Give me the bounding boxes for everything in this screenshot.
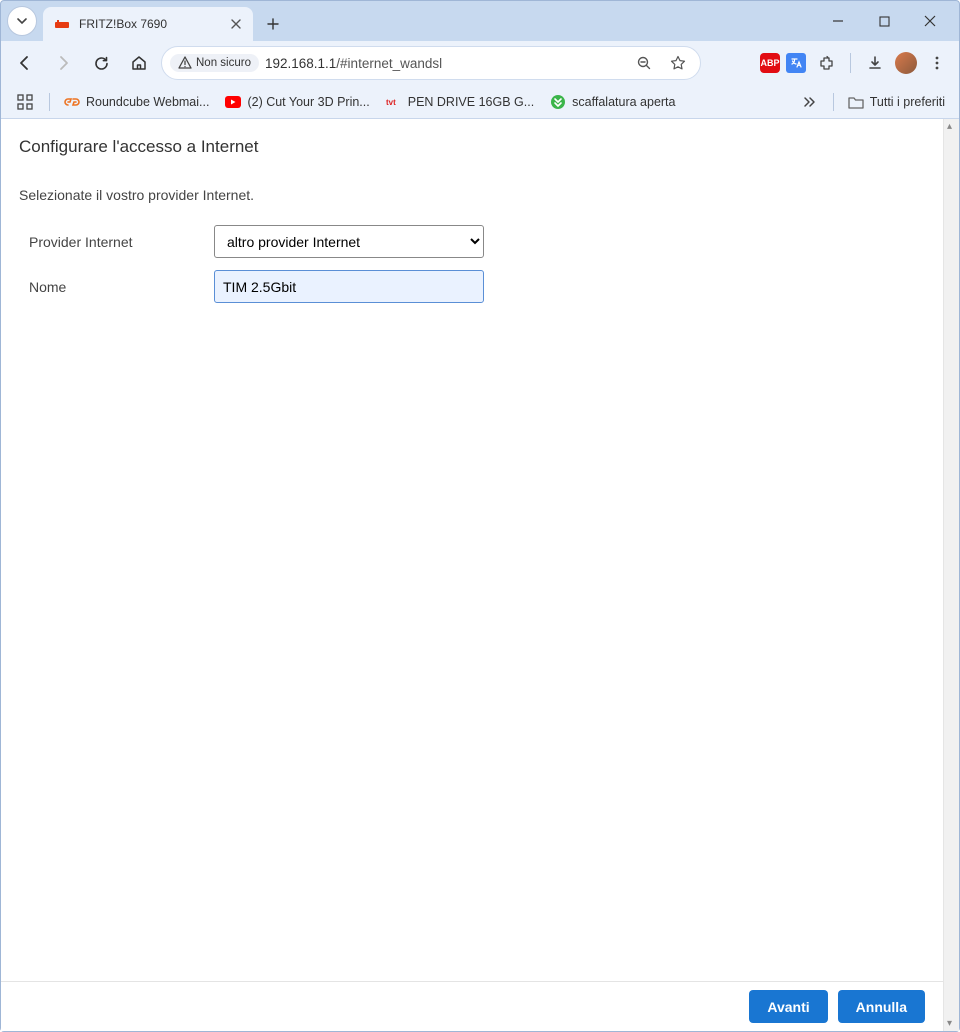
vertical-scrollbar[interactable] [943,119,959,1031]
tab-close-button[interactable] [231,19,241,29]
bookmark-item[interactable]: tvt PEN DRIVE 16GB G... [382,91,538,113]
provider-row: Provider Internet altro provider Interne… [19,225,925,258]
apps-button[interactable] [11,88,39,116]
star-icon [670,55,686,71]
new-tab-button[interactable] [259,10,287,38]
home-button[interactable] [123,47,155,79]
close-icon [231,19,241,29]
tab-title: FRITZ!Box 7690 [79,17,223,31]
bookmark-label: PEN DRIVE 16GB G... [408,95,534,109]
reload-icon [93,55,110,72]
divider [850,53,851,73]
dots-vertical-icon [929,55,945,71]
zoom-icon [636,55,652,71]
browser-window: FRITZ!Box 7690 [0,0,960,1032]
page-title: Configurare l'accesso a Internet [19,137,925,157]
titlebar: FRITZ!Box 7690 [1,1,959,41]
provider-select[interactable]: altro provider Internet [214,225,484,258]
download-icon [867,55,883,71]
page-body: Configurare l'accesso a Internet Selezio… [1,119,943,981]
instruction-text: Selezionate il vostro provider Internet. [19,187,925,203]
browser-menu-button[interactable] [923,49,951,77]
minimize-icon [832,15,844,27]
bookmark-label: Roundcube Webmai... [86,95,209,109]
bookmarks-bar: Roundcube Webmai... (2) Cut Your 3D Prin… [1,85,959,119]
name-input[interactable] [214,270,484,303]
all-bookmarks-button[interactable]: Tutti i preferiti [844,91,949,113]
downloads-button[interactable] [861,49,889,77]
divider [49,93,50,111]
all-bookmarks-label: Tutti i preferiti [870,95,945,109]
home-icon [130,54,148,72]
chevron-down-icon [16,15,28,27]
minimize-button[interactable] [815,5,861,37]
security-indicator[interactable]: Non sicuro [170,54,259,72]
adblock-icon[interactable]: ABP [760,53,780,73]
bookmark-label: scaffalatura aperta [572,95,675,109]
puzzle-icon [818,55,835,72]
name-label: Nome [19,279,214,295]
arrow-left-icon [16,54,34,72]
next-button[interactable]: Avanti [749,990,827,1023]
chevron-double-right-icon [802,95,816,109]
warning-icon [178,56,192,70]
shelf-icon [550,94,566,110]
tab-search-button[interactable] [7,6,37,36]
youtube-icon [225,94,241,110]
maximize-icon [879,16,890,27]
bookmark-item[interactable]: (2) Cut Your 3D Prin... [221,91,373,113]
svg-text:tvt: tvt [386,98,396,107]
reload-button[interactable] [85,47,117,79]
translate-icon[interactable] [786,53,806,73]
content-area: Configurare l'accesso a Internet Selezio… [1,119,959,1031]
nav-toolbar: Non sicuro 192.168.1.1/#internet_wandsl … [1,41,959,85]
back-button[interactable] [9,47,41,79]
page-footer: Avanti Annulla [1,981,943,1031]
name-row: Nome [19,270,925,303]
bookmark-item[interactable]: scaffalatura aperta [546,91,679,113]
forward-button[interactable] [47,47,79,79]
close-window-button[interactable] [907,5,953,37]
security-label: Non sicuro [196,57,251,69]
zoom-button[interactable] [630,49,658,77]
arrow-right-icon [54,54,72,72]
apps-grid-icon [17,94,33,110]
cancel-button[interactable]: Annulla [838,990,925,1023]
bookmark-star-button[interactable] [664,49,692,77]
extensions-button[interactable] [812,49,840,77]
pendrive-icon: tvt [386,94,402,110]
window-controls [815,5,953,37]
bookmarks-overflow-button[interactable] [795,88,823,116]
url-text: 192.168.1.1/#internet_wandsl [265,56,624,71]
cpanel-icon [64,94,80,110]
maximize-button[interactable] [861,5,907,37]
fritz-favicon-icon [55,16,71,32]
folder-icon [848,94,864,110]
close-icon [924,15,936,27]
browser-tab[interactable]: FRITZ!Box 7690 [43,7,253,41]
bookmark-item[interactable]: Roundcube Webmai... [60,91,213,113]
plus-icon [267,18,279,30]
profile-avatar[interactable] [895,52,917,74]
provider-label: Provider Internet [19,234,214,250]
address-bar[interactable]: Non sicuro 192.168.1.1/#internet_wandsl [161,46,701,80]
divider [833,93,834,111]
bookmark-label: (2) Cut Your 3D Prin... [247,95,369,109]
